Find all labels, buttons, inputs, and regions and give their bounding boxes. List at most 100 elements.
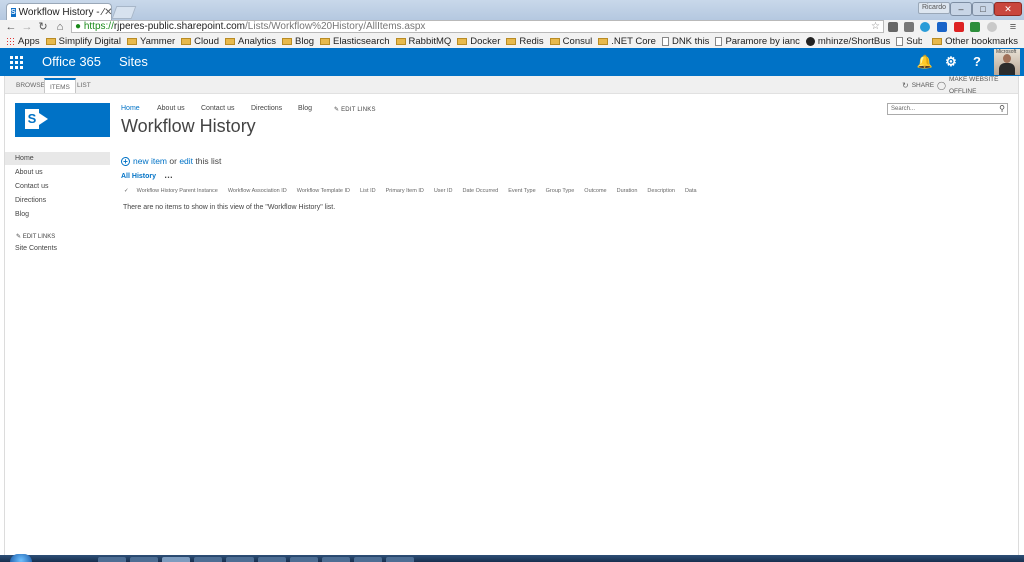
taskbar-item[interactable] [162, 557, 190, 562]
taskbar-item[interactable] [322, 557, 350, 562]
bookmark-item[interactable]: Redis [506, 36, 544, 47]
extension-icon[interactable] [987, 22, 997, 32]
view-all-history[interactable]: All History [121, 173, 156, 180]
topnav-home[interactable]: Home [121, 105, 140, 112]
column-header[interactable]: Outcome [584, 188, 606, 198]
bookmark-item[interactable]: Simplify Digital [45, 36, 121, 47]
start-button[interactable] [10, 554, 32, 562]
app-launcher-icon[interactable] [0, 48, 32, 76]
forward-arrow-icon[interactable]: → [20, 20, 34, 34]
taskbar-item[interactable] [354, 557, 382, 562]
column-header[interactable]: Workflow Template ID [297, 188, 350, 198]
address-bar[interactable]: ● https://rjperes-public.sharepoint.com/… [71, 20, 884, 33]
search-input[interactable]: Search... ⚲ [887, 103, 1008, 115]
extension-icon[interactable] [888, 22, 898, 32]
taskbar-item[interactable] [98, 557, 126, 562]
column-header[interactable]: User ID [434, 188, 453, 198]
column-header[interactable]: List ID [360, 188, 376, 198]
taskbar-item[interactable] [290, 557, 318, 562]
bookmark-item[interactable]: Apps [6, 36, 40, 47]
minimize-button[interactable]: – [950, 2, 972, 16]
bookmark-item[interactable]: Yammer [126, 36, 175, 47]
help-icon[interactable]: ? [964, 48, 990, 76]
other-bookmarks[interactable]: Other bookmarks [922, 34, 1018, 48]
cloud-extension-icon[interactable] [920, 22, 930, 32]
bookmark-item[interactable]: Cloud [181, 36, 219, 47]
column-header[interactable]: Duration [617, 188, 638, 198]
sites-link[interactable]: Sites [119, 48, 148, 76]
browser-menu-icon[interactable]: ≡ [1006, 20, 1020, 34]
extension-icon[interactable] [937, 22, 947, 32]
bookmark-item[interactable]: Blog [282, 36, 314, 47]
quicklaunch-edit-links[interactable]: ✎ EDIT LINKS [16, 233, 55, 240]
settings-gear-icon[interactable]: ⚙ [938, 48, 964, 76]
bookmark-label: Apps [18, 35, 40, 47]
taskbar-item[interactable] [194, 557, 222, 562]
office365-brand[interactable]: Office 365 [42, 48, 101, 76]
maximize-button[interactable]: □ [972, 2, 994, 16]
bookmark-label: Cloud [194, 35, 219, 47]
bookmark-item[interactable]: .NET Core [598, 36, 656, 47]
bookmark-item[interactable]: Analytics [224, 36, 276, 47]
globe-icon: ◯ [937, 81, 946, 90]
taskbar-item[interactable] [226, 557, 254, 562]
reload-icon[interactable]: ↻ [36, 20, 50, 34]
quicklaunch-directions[interactable]: Directions [15, 197, 46, 204]
column-header[interactable]: Data [685, 188, 697, 198]
bookmark-star-icon[interactable]: ☆ [871, 21, 880, 32]
back-arrow-icon[interactable]: ← [4, 20, 18, 34]
apps-grid-icon [6, 36, 15, 46]
taskbar-item[interactable] [130, 557, 158, 562]
add-circle-icon[interactable]: + [121, 156, 130, 166]
bookmark-item[interactable]: DNK this [661, 36, 709, 47]
select-all-checkmark-icon[interactable]: ✓ [124, 188, 129, 198]
column-header[interactable]: Primary Item ID [386, 188, 424, 198]
close-window-button[interactable]: ✕ [994, 2, 1022, 16]
profile-chip[interactable]: Ricardo [918, 2, 950, 14]
topnav-directions[interactable]: Directions [251, 105, 282, 112]
notifications-bell-icon[interactable]: 🔔 [912, 48, 938, 76]
quicklaunch-about-us[interactable]: About us [15, 169, 43, 176]
edit-links-label: EDIT LINKS [341, 107, 376, 113]
column-header[interactable]: Description [647, 188, 675, 198]
column-header[interactable]: Group Type [546, 188, 575, 198]
avatar[interactable]: Microsoft [994, 49, 1020, 75]
site-logo[interactable]: S [15, 103, 110, 137]
edit-list-link[interactable]: edit [179, 156, 193, 166]
extension-icon[interactable] [970, 22, 980, 32]
bookmark-item[interactable]: Docker [457, 36, 500, 47]
bookmark-item[interactable]: Elasticsearch [320, 36, 390, 47]
topnav-contact-us[interactable]: Contact us [201, 105, 234, 112]
search-icon[interactable]: ⚲ [999, 104, 1005, 114]
view-more-ellipsis-icon[interactable]: … [164, 170, 173, 180]
bookmark-item[interactable]: Consul [549, 35, 593, 47]
topnav-edit-links[interactable]: ✎ EDIT LINKS [334, 106, 376, 113]
topnav-about-us[interactable]: About us [157, 105, 185, 112]
extension-icon[interactable] [954, 22, 964, 32]
tab-list[interactable]: LIST [72, 78, 96, 93]
make-offline-button[interactable]: ◯ MAKE WEBSITE OFFLINE [937, 76, 1024, 95]
frame-border [1018, 76, 1019, 562]
taskbar-item[interactable] [386, 557, 414, 562]
tab-close-icon[interactable]: ✕ [104, 7, 112, 18]
column-header[interactable]: Workflow History Parent Instance [137, 188, 218, 198]
column-header[interactable]: Event Type [508, 188, 535, 198]
quicklaunch-site-contents[interactable]: Site Contents [15, 245, 57, 252]
share-button[interactable]: ↻ SHARE [902, 80, 934, 92]
bookmark-item[interactable]: Paramore by ianc [715, 36, 800, 47]
ribbon [5, 76, 1019, 94]
browser-tab[interactable]: S Workflow History - ⁄ ✕ [6, 3, 112, 20]
bookmark-item[interactable]: mhinze/ShortBus [805, 36, 890, 47]
taskbar-item[interactable] [258, 557, 286, 562]
column-header[interactable]: Date Occurred [462, 188, 498, 198]
quicklaunch-home[interactable]: Home [15, 155, 34, 162]
bookmark-label: Consul [562, 35, 593, 47]
quicklaunch-blog[interactable]: Blog [15, 211, 29, 218]
new-item-link[interactable]: new item [133, 156, 167, 166]
extension-icon[interactable] [904, 22, 914, 32]
column-header[interactable]: Workflow Association ID [228, 188, 287, 198]
quicklaunch-contact-us[interactable]: Contact us [15, 183, 48, 190]
home-icon[interactable]: ⌂ [53, 20, 67, 34]
bookmark-item[interactable]: RabbitMQ [395, 36, 451, 47]
topnav-blog[interactable]: Blog [298, 105, 312, 112]
